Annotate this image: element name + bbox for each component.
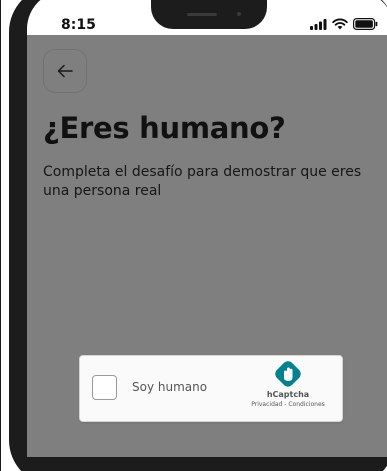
terms-link[interactable]: Condiciones xyxy=(288,401,324,408)
status-time: 8:15 xyxy=(61,17,96,33)
captcha-checkbox-label: Soy humano xyxy=(132,380,208,394)
privacy-link[interactable]: Privacidad xyxy=(251,401,282,408)
camera-notch xyxy=(151,0,267,29)
captcha-checkbox[interactable] xyxy=(92,375,117,400)
signal-icon xyxy=(310,18,327,30)
hcaptcha-branding: hCaptcha Privacidad - Condiciones xyxy=(242,360,334,408)
main-content: ¿Eres humano? Completa el desafío para d… xyxy=(27,35,387,457)
hcaptcha-widget: Soy humano hCaptcha Privacidad - Condici… xyxy=(79,355,343,422)
camera-dot xyxy=(237,12,241,16)
hcaptcha-footer-links: Privacidad - Condiciones xyxy=(242,401,334,408)
device-stage: 8:15 Soy humano hCaptcha Privacidad - Co… xyxy=(0,0,387,471)
phone-frame: 8:15 Soy humano hCaptcha Privacidad - Co… xyxy=(9,0,387,471)
frame-edge xyxy=(0,0,1,471)
hcaptcha-logo-icon xyxy=(275,361,301,387)
hcaptcha-brand-name: hCaptcha xyxy=(266,390,310,399)
wifi-icon xyxy=(332,18,348,30)
battery-icon xyxy=(353,18,378,30)
phone-screen: 8:15 Soy humano hCaptcha Privacidad - Co… xyxy=(27,0,387,457)
speaker-grille xyxy=(187,13,217,16)
status-icons xyxy=(310,17,378,31)
